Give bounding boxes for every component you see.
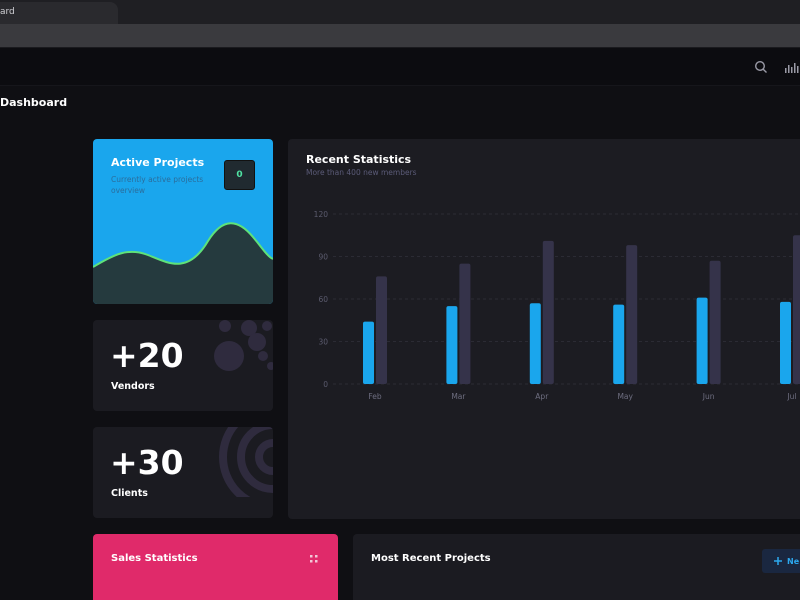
x-tick-label: Mar [451,392,466,401]
rings-decoration [219,427,273,497]
chart-bar [793,235,800,384]
y-tick-label: 0 [323,380,328,389]
chart-bar [613,304,625,384]
chart-bar [709,260,721,384]
active-projects-subtitle: Currently active projects overview [111,175,204,195]
vendors-card: +20 Vendors [93,320,273,411]
y-tick-label: 90 [318,253,328,262]
chart-bar [363,321,374,384]
active-projects-wave [93,222,273,304]
chart-bar [780,301,791,384]
most-recent-projects-title: Most Recent Projects [371,553,491,564]
most-recent-projects-card: Most Recent Projects Ne [353,534,800,600]
recent-statistics-card: Recent Statistics More than 400 new memb… [288,139,800,519]
grid-menu-icon[interactable] [310,555,318,563]
vendors-value: +20 [110,336,184,375]
new-project-button[interactable]: Ne [762,549,800,573]
chart-bar [542,240,554,384]
chart-bar [459,263,471,384]
clients-value: +30 [110,443,184,482]
y-tick-label: 120 [314,210,329,219]
browser-tab-title: ard [0,7,15,17]
sales-statistics-card: Sales Statistics [93,534,338,600]
browser-tab[interactable]: ard [0,2,118,24]
chart-bar [376,276,387,384]
new-project-button-label: Ne [787,556,800,566]
active-projects-count: 0 [224,160,255,190]
chart-bar [696,297,708,384]
browser-address-bar[interactable] [0,24,800,48]
x-tick-label: May [617,392,633,401]
y-tick-label: 30 [318,338,328,347]
chart-bar [529,303,541,384]
search-icon[interactable] [754,60,770,76]
y-tick-label: 60 [318,295,328,304]
statistics-bar-chart: 0 30 60 90 120 Feb Mar Apr May Jun Jul [314,210,800,401]
active-projects-title: Active Projects [111,156,205,169]
bar-chart-icon[interactable] [784,60,800,76]
chart-bar [626,245,638,384]
active-projects-card: Active Projects Currently active project… [93,139,273,304]
x-tick-label: Jun [702,392,715,401]
bubbles-decoration [214,320,273,371]
x-tick-label: Apr [535,392,549,401]
vendors-label: Vendors [111,381,155,392]
clients-card: +30 Clients [93,427,273,518]
clients-label: Clients [111,488,148,499]
chart-bar [446,306,458,384]
browser-tab-bar: ard [0,0,800,24]
page-title: Dashboard [0,96,68,109]
plus-icon [774,557,782,565]
x-tick-label: Jul [786,392,796,401]
top-navbar [0,48,800,86]
x-tick-label: Feb [368,392,382,401]
sales-statistics-title: Sales Statistics [111,553,198,564]
